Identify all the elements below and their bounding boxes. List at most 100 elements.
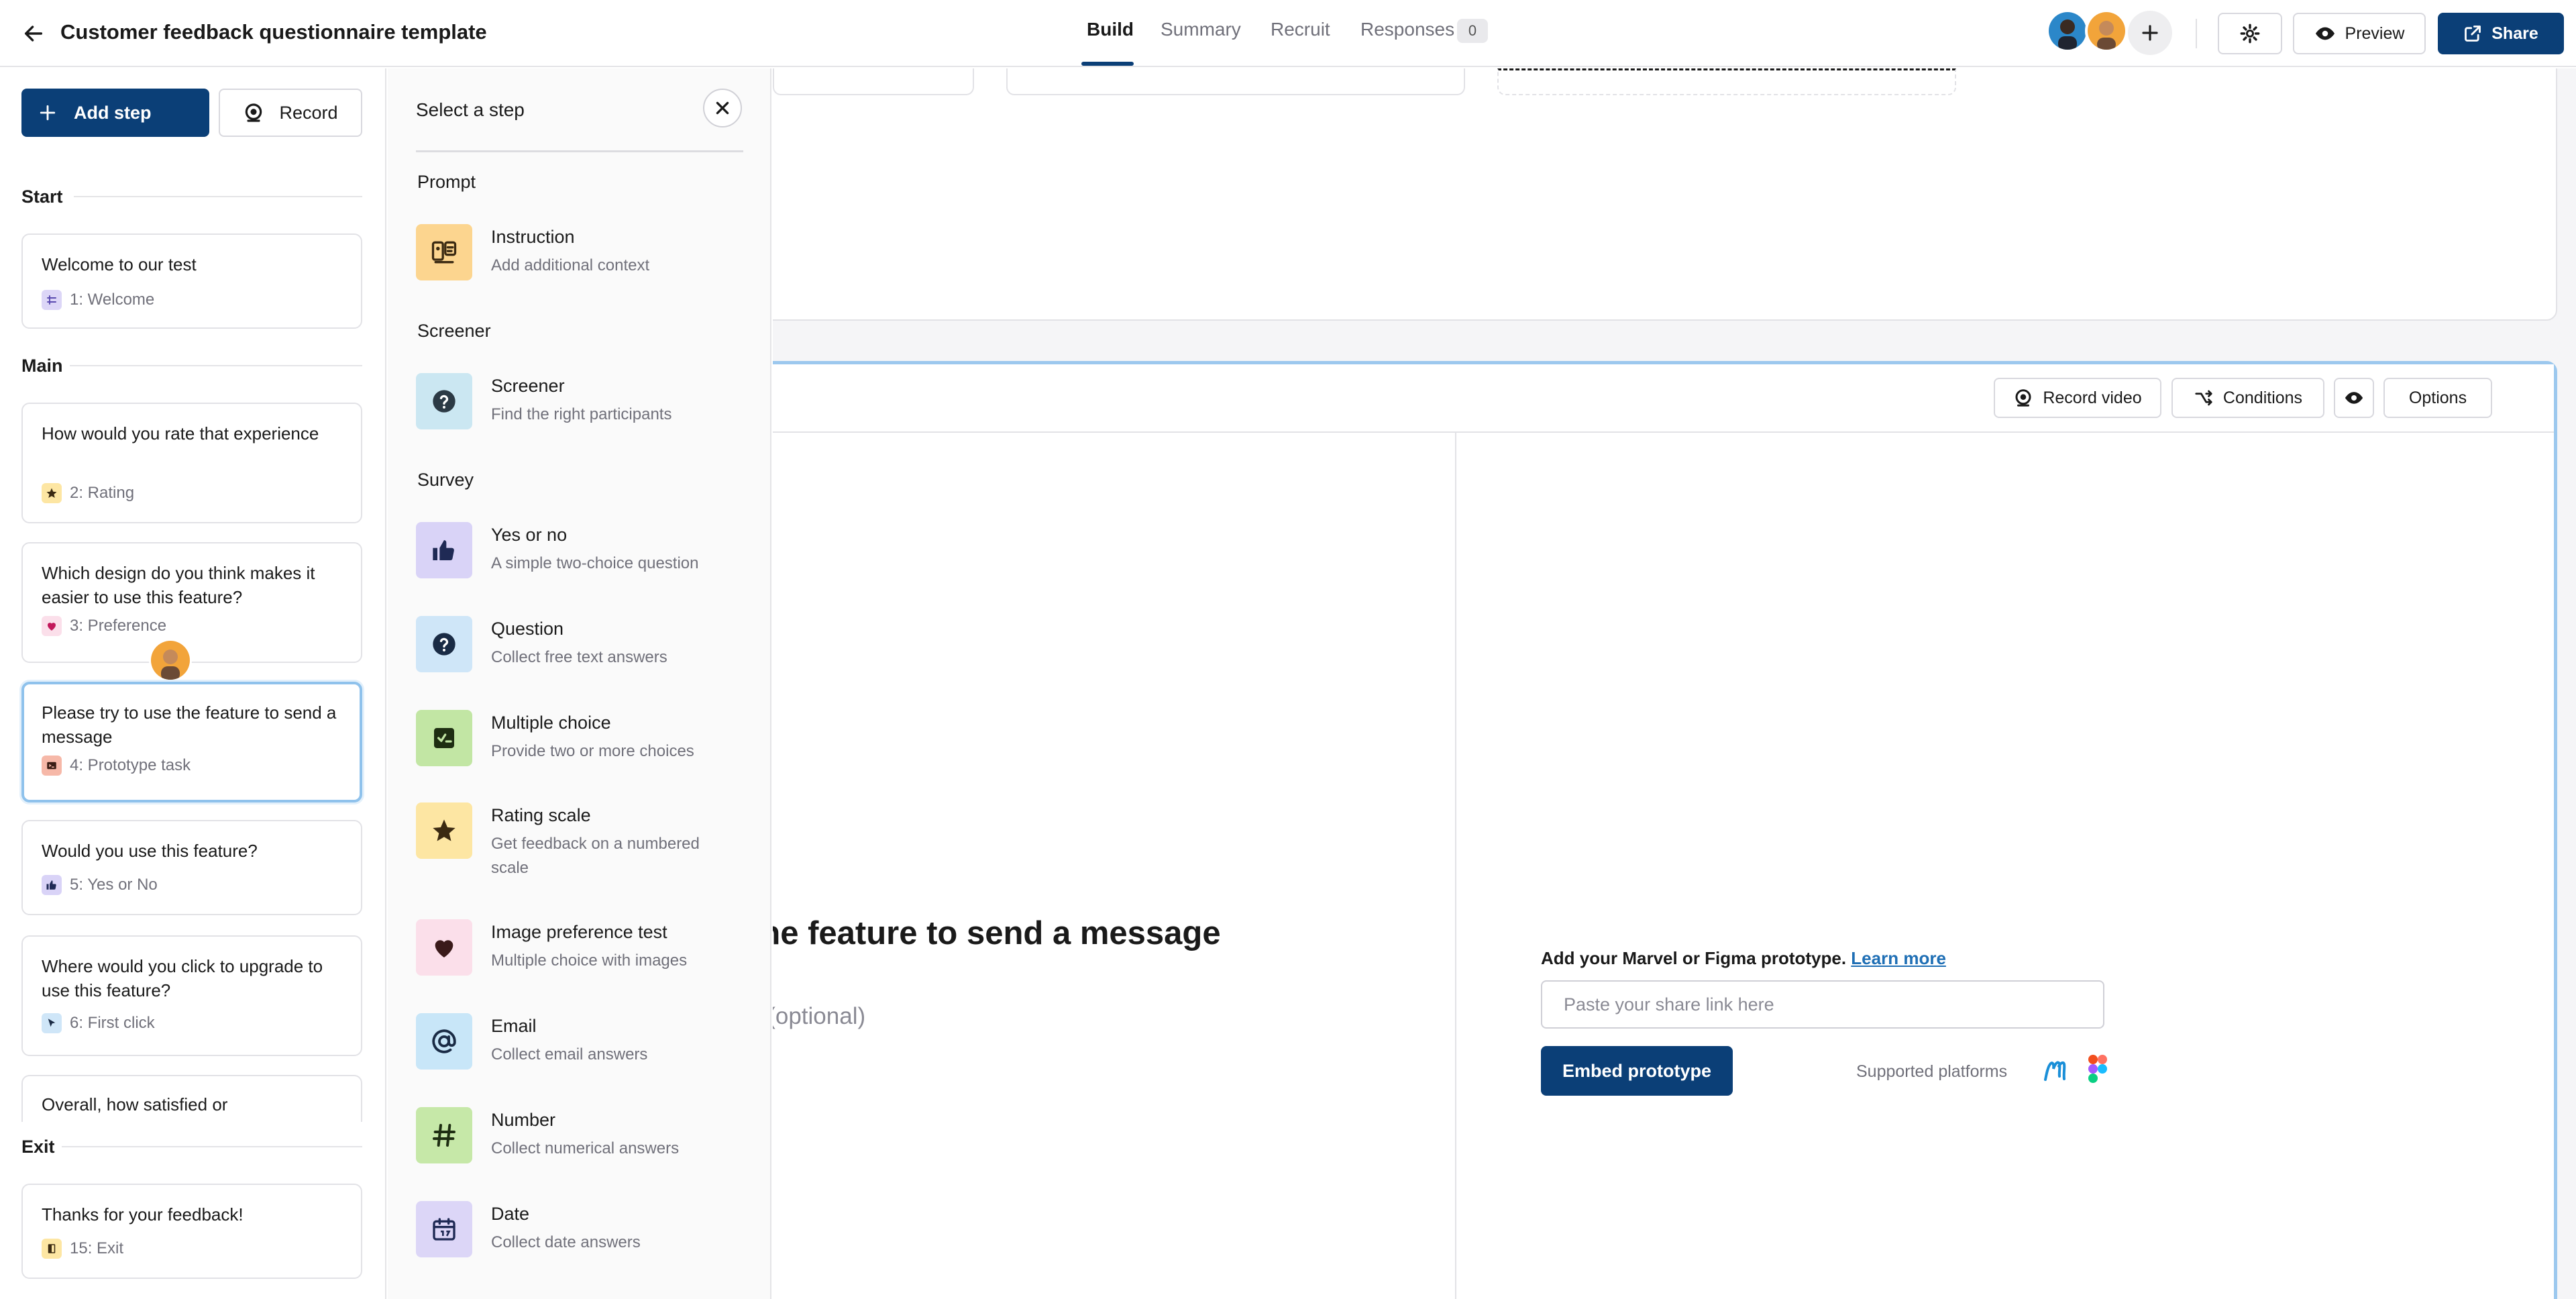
step-card-first-click[interactable]: Where would you click to upgrade to use … <box>21 935 362 1056</box>
add-collaborator-button[interactable] <box>2128 11 2172 55</box>
tab-responses[interactable]: Responses <box>1360 19 1454 40</box>
top-bar: Customer feedback questionnaire template… <box>0 0 2576 67</box>
settings-button[interactable] <box>2218 13 2282 54</box>
close-picker-button[interactable] <box>703 89 742 127</box>
responses-count-badge: 0 <box>1457 19 1488 43</box>
record-button[interactable]: Record <box>219 89 362 137</box>
question-circle-icon <box>416 616 472 672</box>
share-icon <box>2465 25 2481 42</box>
record-label: Record <box>279 102 338 123</box>
thumbs-up-icon <box>42 875 62 895</box>
share-button[interactable]: Share <box>2438 13 2564 54</box>
conditions-button[interactable]: Conditions <box>2171 378 2324 418</box>
preview-button[interactable]: Preview <box>2293 13 2426 54</box>
option-description: Add additional context <box>491 256 650 274</box>
option-rating-scale[interactable]: Rating scale Get feedback on a numbered … <box>416 802 743 903</box>
step-meta-label: 2: Rating <box>70 484 135 502</box>
arrow-left-icon <box>24 25 43 42</box>
option-question[interactable]: Question Collect free text answers <box>416 616 743 690</box>
step-meta-label: 5: Yes or No <box>70 876 158 894</box>
step-card-welcome[interactable]: Welcome to our test 1: Welcome <box>21 233 362 329</box>
option-image-preference-test[interactable]: Image preference test Multiple choice wi… <box>416 919 743 993</box>
options-button[interactable]: Options <box>2383 378 2492 418</box>
conditions-label: Conditions <box>2222 388 2303 407</box>
step-meta-label: 15: Exit <box>70 1239 124 1257</box>
category-survey-label: Survey <box>417 470 474 490</box>
prototype-link-input[interactable] <box>1541 980 2104 1029</box>
prototype-label: Add your Marvel or Figma prototype. <box>1541 948 1847 968</box>
tab-summary[interactable]: Summary <box>1161 19 1241 40</box>
section-start-label: Start <box>21 187 63 207</box>
option-name: Number <box>491 1110 556 1130</box>
figma-logo-icon <box>2087 1054 2108 1085</box>
add-step-button[interactable]: Add step <box>21 89 209 137</box>
option-description: Find the right participants <box>491 405 672 423</box>
option-name: Instruction <box>491 227 575 247</box>
supported-platforms-label: Supported platforms <box>1856 1062 2008 1081</box>
option-name: Email <box>491 1016 537 1036</box>
divider <box>74 196 362 197</box>
option-email[interactable]: Email Collect email answers <box>416 1013 743 1087</box>
record-icon <box>246 103 262 122</box>
hash-icon <box>416 1107 472 1163</box>
step-title: Thanks for your feedback! <box>42 1204 244 1225</box>
avatar[interactable] <box>2046 9 2089 52</box>
option-date[interactable]: Date Collect date answers <box>416 1201 743 1275</box>
divider <box>2196 19 2197 48</box>
picker-title: Select a step <box>416 99 525 120</box>
option-description: Multiple choice with images <box>491 951 688 970</box>
section-exit-label: Exit <box>21 1137 55 1157</box>
checklist-icon <box>416 710 472 766</box>
divider <box>416 150 743 152</box>
thumbs-up-icon <box>416 522 472 578</box>
category-prompt-label: Prompt <box>417 172 476 192</box>
back-button[interactable] <box>17 17 50 50</box>
tab-recruit[interactable]: Recruit <box>1271 19 1330 40</box>
record-video-button[interactable]: Record video <box>1994 378 2161 418</box>
active-tab-indicator <box>1081 62 1134 66</box>
option-name: Screener <box>491 376 565 396</box>
heart-icon <box>416 919 472 976</box>
user-avatar-icon <box>2088 12 2125 50</box>
avatar[interactable] <box>2085 9 2128 52</box>
option-description: Collect numerical answers <box>491 1139 680 1157</box>
step-meta: 1: Welcome <box>42 290 154 310</box>
task-description-placeholder[interactable]: s (optional) <box>773 1003 865 1030</box>
editor-toolbar: Record video Conditions Options <box>773 364 2554 433</box>
preview-step-button[interactable] <box>2334 378 2374 418</box>
step-card-yes-no[interactable]: Would you use this feature? 5: Yes or No <box>21 820 362 915</box>
option-description: Collect free text answers <box>491 648 667 666</box>
plus-icon <box>2142 25 2158 41</box>
option-name: Rating scale <box>491 805 591 825</box>
add-step-label: Add step <box>74 102 152 123</box>
step-card-exit[interactable]: Thanks for your feedback! 15: Exit <box>21 1184 362 1279</box>
step-title: Please try to use the feature to send a … <box>42 703 337 747</box>
step-meta: 4: Prototype task <box>42 756 191 776</box>
task-title[interactable]: the feature to send a message <box>773 915 1221 952</box>
step-card-prototype-task[interactable]: Please try to use the feature to send a … <box>21 682 362 802</box>
learn-more-link[interactable]: Learn more <box>1851 948 1946 968</box>
option-screener[interactable]: Screener Find the right participants <box>416 373 743 447</box>
embed-prototype-button[interactable]: Embed prototype <box>1541 1046 1733 1096</box>
option-description: A simple two-choice question <box>491 554 699 572</box>
plus-icon <box>40 105 56 121</box>
step-card-preference[interactable]: Which design do you think makes it easie… <box>21 542 362 663</box>
section-main-label: Main <box>21 356 63 376</box>
tab-build[interactable]: Build <box>1087 19 1134 40</box>
step-meta-label: 4: Prototype task <box>70 756 191 774</box>
collaborator-cursor-avatar <box>149 639 192 682</box>
step-meta: 3: Preference <box>42 616 166 636</box>
answer-box <box>1006 68 1465 95</box>
step-card-satisfaction[interactable]: Overall, how satisfied or <box>21 1075 362 1122</box>
preview-label: Preview <box>2345 23 2405 43</box>
divider <box>62 1146 362 1147</box>
option-description: Provide two or more choices <box>491 742 694 760</box>
option-name: Question <box>491 619 564 639</box>
option-instruction[interactable]: Instruction Add additional context <box>416 224 743 298</box>
option-yes-or-no[interactable]: Yes or no A simple two-choice question <box>416 522 743 596</box>
record-icon <box>2015 389 2031 407</box>
option-number[interactable]: Number Collect numerical answers <box>416 1107 743 1181</box>
option-multiple-choice[interactable]: Multiple choice Provide two or more choi… <box>416 710 743 784</box>
add-answer-box[interactable] <box>1497 68 1956 95</box>
step-card-rating[interactable]: How would you rate that experience 2: Ra… <box>21 403 362 523</box>
